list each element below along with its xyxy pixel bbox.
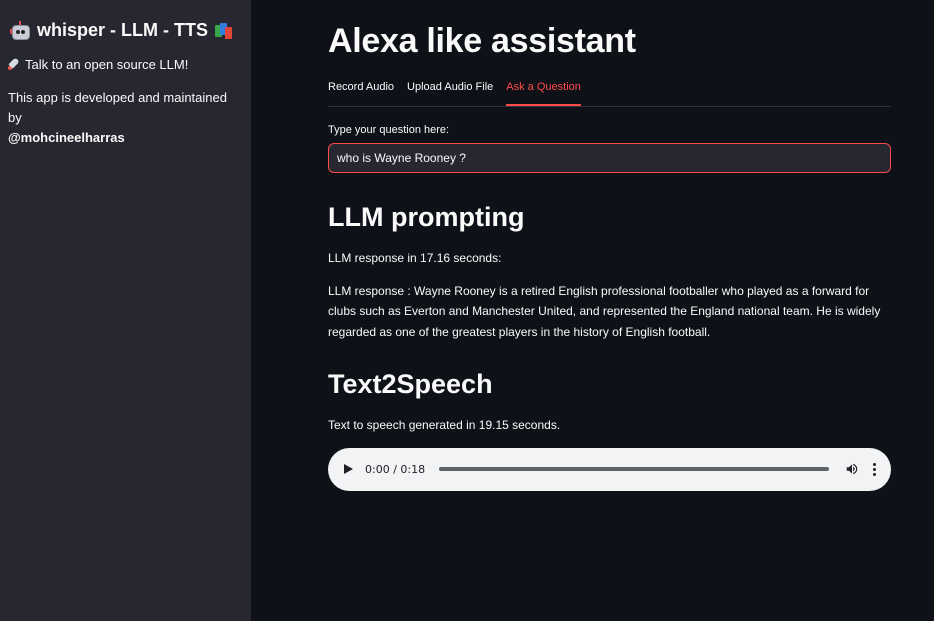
robot-icon bbox=[10, 20, 30, 41]
sidebar-credits: This app is developed and maintained by … bbox=[8, 88, 243, 148]
sidebar: whisper - LLM - TTS Talk to an open sour… bbox=[0, 0, 251, 621]
volume-icon[interactable] bbox=[845, 462, 859, 476]
tab-bar: Record Audio Upload Audio File Ask a Que… bbox=[328, 80, 891, 107]
main-area: Alexa like assistant Record Audio Upload… bbox=[251, 0, 934, 621]
sidebar-tagline: Talk to an open source LLM! bbox=[8, 55, 243, 75]
sidebar-title-text: whisper - LLM - TTS bbox=[37, 20, 208, 40]
more-vert-icon[interactable] bbox=[873, 462, 877, 476]
audio-player: 0:00 / 0:18 bbox=[328, 447, 891, 491]
llm-heading: LLM prompting bbox=[328, 202, 525, 232]
tab-record-audio[interactable]: Record Audio bbox=[328, 80, 394, 106]
tab-upload-audio-file[interactable]: Upload Audio File bbox=[407, 80, 493, 106]
question-input[interactable] bbox=[328, 143, 891, 173]
developer-text: This app is developed and maintained by bbox=[8, 90, 227, 125]
author-handle: @mohcineelharras bbox=[8, 130, 125, 145]
tab-ask-a-question[interactable]: Ask a Question bbox=[506, 80, 581, 106]
rocket-icon bbox=[8, 57, 20, 70]
books-icon bbox=[215, 22, 233, 40]
llm-time-text: LLM response in 17.16 seconds: bbox=[328, 251, 502, 265]
question-label: Type your question here: bbox=[328, 124, 450, 136]
tts-time-text: Text to speech generated in 19.15 second… bbox=[328, 418, 561, 432]
tagline-text: Talk to an open source LLM! bbox=[25, 57, 189, 72]
sidebar-title: whisper - LLM - TTS bbox=[10, 20, 243, 41]
audio-time: 0:00 / 0:18 bbox=[365, 462, 426, 476]
play-icon[interactable] bbox=[344, 464, 353, 474]
llm-response-text: LLM response : Wayne Rooney is a retired… bbox=[328, 283, 881, 339]
page-title: Alexa like assistant bbox=[328, 22, 636, 60]
audio-seek-bar[interactable] bbox=[439, 467, 829, 471]
tts-heading: Text2Speech bbox=[328, 369, 493, 399]
main-content: Alexa like assistant Record Audio Upload… bbox=[328, 0, 891, 491]
